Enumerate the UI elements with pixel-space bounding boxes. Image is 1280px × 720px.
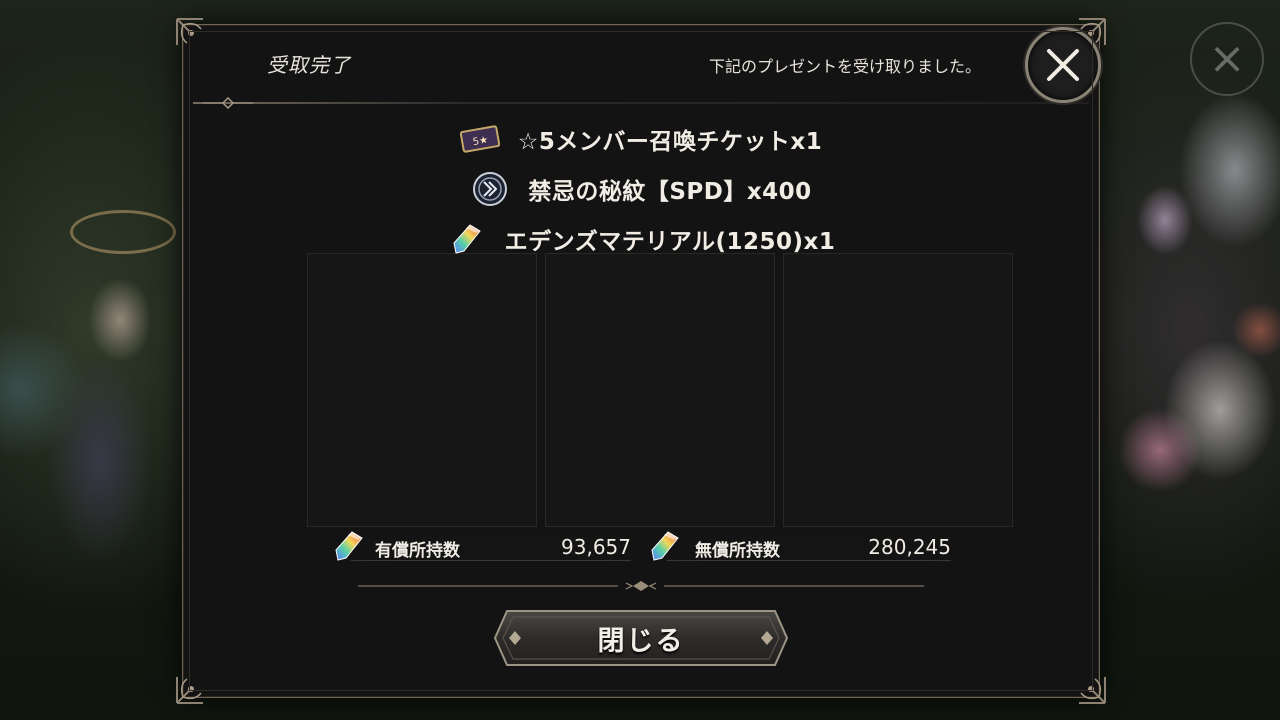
free-currency-display: 無償所持数 280,245 [647,528,951,564]
background-reward-card [307,253,537,527]
close-x-button[interactable] [1025,27,1101,103]
corner-ornament-icon [173,661,219,707]
paid-currency-display: 有償所持数 93,657 [331,528,631,564]
reward-label: ☆5メンバー召喚チケットx1 [517,129,823,155]
list-item: エデンズマテリアル(1250)x1 [183,219,1099,259]
ticket-icon: 5★ [459,121,500,157]
paid-currency-value: 93,657 [561,535,631,559]
background-reward-card [545,253,775,527]
crystal-icon [335,531,363,561]
close-button[interactable]: 閉じる [493,609,789,667]
corner-ornament-icon [1063,661,1109,707]
crystal-icon [447,221,487,257]
list-item: 5★ ☆5メンバー召喚チケットx1 [183,119,1099,159]
divider-ornament-icon [203,97,253,109]
rune-icon [470,171,510,207]
close-button-label: 閉じる [597,625,685,657]
halo-ring [70,210,176,254]
free-currency-value: 280,245 [868,535,951,559]
corner-ornament-icon [173,15,219,61]
close-icon [1047,49,1079,81]
crystal-icon [651,531,679,561]
free-currency-label: 無償所持数 [695,541,780,561]
footer-divider [358,581,924,591]
header-divider [193,102,1089,104]
dialog-title: 受取完了 [267,53,351,77]
background-close-icon: × [1190,22,1264,96]
character-left [0,250,180,610]
reward-received-dialog: 受取完了 下記のプレゼントを受け取りました。 5★ ☆5メンバー召喚チケットx1… [176,18,1106,704]
paid-currency-label: 有償所持数 [375,541,460,561]
background-reward-card [783,253,1013,527]
character-right-top [1105,70,1280,290]
reward-label: エデンズマテリアル(1250)x1 [504,229,836,255]
dialog-message: 下記のプレゼントを受け取りました。 [708,57,981,76]
character-right-bottom [1100,290,1280,620]
list-item: 禁忌の秘紋【SPD】x400 [183,169,1099,209]
reward-label: 禁忌の秘紋【SPD】x400 [528,179,812,205]
